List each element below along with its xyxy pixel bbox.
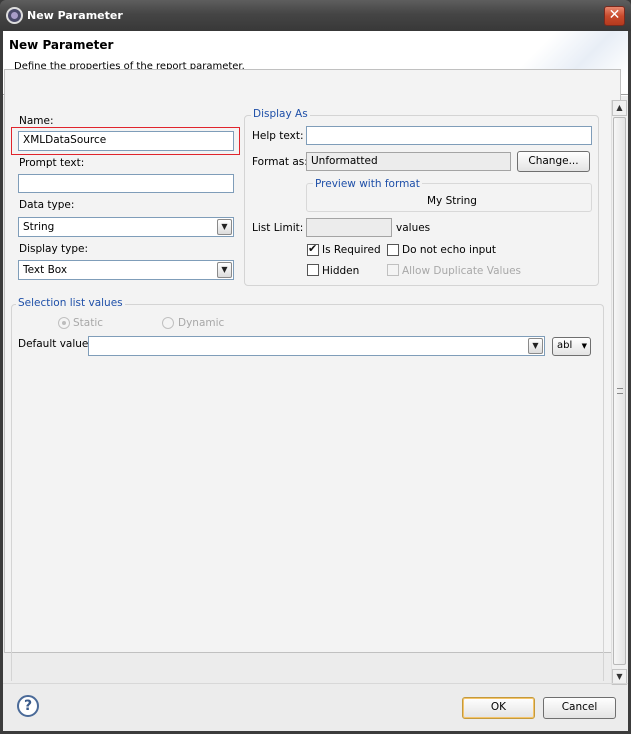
is-required-checkbox[interactable] bbox=[307, 242, 319, 256]
prompt-text-input[interactable] bbox=[18, 174, 234, 193]
allow-duplicates-checkbox bbox=[387, 264, 399, 276]
default-value-label: Default value: bbox=[18, 338, 92, 350]
scroll-up-icon[interactable]: ▲ bbox=[612, 100, 627, 116]
is-required-label[interactable]: Is Required bbox=[322, 244, 381, 256]
dialog-window: New Parameter ✕ New Parameter Define the… bbox=[0, 0, 631, 734]
prompt-text-label: Prompt text: bbox=[19, 157, 85, 169]
do-not-echo-checkbox[interactable] bbox=[387, 244, 399, 256]
footer-divider bbox=[3, 683, 628, 684]
dynamic-label: Dynamic bbox=[178, 317, 225, 329]
expression-button-label: abl bbox=[557, 340, 573, 351]
vertical-scrollbar[interactable]: ▲ ▼ bbox=[611, 100, 627, 685]
hidden-label[interactable]: Hidden bbox=[322, 265, 359, 277]
selection-list-group bbox=[11, 304, 604, 681]
display-as-title: Display As bbox=[251, 108, 310, 120]
ok-button[interactable]: OK bbox=[462, 697, 535, 719]
change-format-button[interactable]: Change... bbox=[517, 151, 590, 172]
expression-builder-button[interactable]: abl ▼ bbox=[552, 337, 591, 356]
dynamic-radio bbox=[162, 317, 174, 329]
data-type-label: Data type: bbox=[19, 199, 75, 211]
data-type-select[interactable]: String ▼ bbox=[18, 217, 234, 237]
scroll-thumb[interactable] bbox=[613, 117, 626, 665]
app-icon bbox=[6, 7, 23, 24]
selection-list-title: Selection list values bbox=[16, 297, 125, 309]
preview-value: My String bbox=[427, 195, 477, 207]
default-value-combo[interactable]: ▼ bbox=[88, 336, 545, 356]
cancel-button[interactable]: Cancel bbox=[543, 697, 616, 719]
allow-duplicates-label: Allow Duplicate Values bbox=[402, 265, 522, 277]
do-not-echo-label[interactable]: Do not echo input bbox=[402, 244, 496, 256]
list-limit-input[interactable] bbox=[306, 218, 392, 237]
hidden-checkbox[interactable] bbox=[307, 264, 319, 276]
format-as-field: Unformatted bbox=[306, 152, 511, 171]
header-title: New Parameter bbox=[9, 38, 114, 52]
list-limit-label: List Limit: bbox=[252, 222, 304, 234]
title-bar[interactable]: New Parameter ✕ bbox=[0, 0, 631, 31]
grip-icon bbox=[617, 388, 623, 394]
help-text-input[interactable] bbox=[306, 126, 592, 145]
static-label: Static bbox=[73, 317, 104, 329]
display-type-label: Display type: bbox=[19, 243, 89, 255]
name-input[interactable]: XMLDataSource bbox=[18, 131, 234, 151]
static-radio bbox=[58, 317, 70, 329]
chevron-down-icon[interactable]: ▼ bbox=[217, 219, 232, 235]
display-type-select[interactable]: Text Box ▼ bbox=[18, 260, 234, 280]
preview-title: Preview with format bbox=[313, 178, 422, 190]
help-icon[interactable]: ? bbox=[17, 695, 39, 717]
display-type-value: Text Box bbox=[23, 264, 68, 276]
chevron-down-icon[interactable]: ▼ bbox=[528, 338, 543, 354]
close-button[interactable]: ✕ bbox=[604, 6, 625, 26]
list-limit-suffix: values bbox=[396, 222, 431, 234]
chevron-down-icon[interactable]: ▼ bbox=[217, 262, 232, 278]
data-type-value: String bbox=[23, 221, 55, 233]
name-label: Name: bbox=[19, 115, 54, 127]
help-text-label: Help text: bbox=[252, 130, 304, 142]
window-title: New Parameter bbox=[27, 9, 123, 22]
format-as-label: Format as: bbox=[252, 156, 308, 168]
dropdown-arrow-icon[interactable]: ▼ bbox=[582, 338, 587, 354]
close-icon: ✕ bbox=[608, 7, 621, 23]
